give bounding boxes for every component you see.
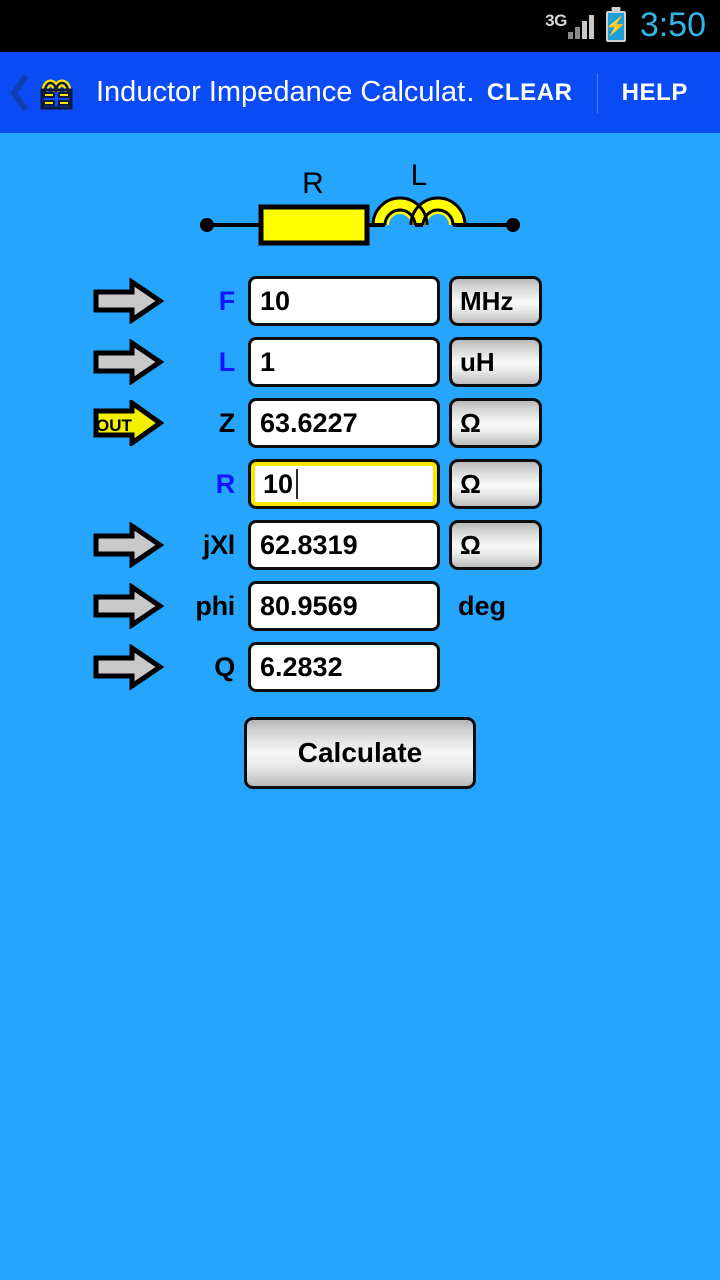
calculator-row-jxl: jXl 62.8319 Ω <box>92 515 720 575</box>
circuit-inductor-label: L <box>411 159 428 192</box>
unit-button-z[interactable]: Ω <box>449 398 542 448</box>
status-bar-clock: 3:50 <box>639 5 706 44</box>
field-l[interactable]: 1 <box>248 337 440 387</box>
unit-button-l[interactable]: uH <box>449 337 542 387</box>
circuit-diagram: R L <box>200 159 520 246</box>
field-value-z: 63.6227 <box>260 407 358 438</box>
circuit-resistor-label: R <box>302 167 324 200</box>
row-label-q: Q <box>214 651 235 682</box>
field-value-q: 6.2832 <box>260 651 343 682</box>
calculate-button-wrapper: Calculate <box>0 717 720 789</box>
help-button[interactable]: HELP <box>608 79 702 107</box>
out-arrow-icon: OUT <box>92 400 176 446</box>
field-r[interactable]: 10 <box>248 459 440 509</box>
field-value-l: 1 <box>260 346 276 377</box>
row-label-phi: phi <box>195 590 235 621</box>
calculator-row-l: L 1 uH <box>92 332 720 392</box>
calculator-row-r: R 10 Ω <box>92 454 720 514</box>
unit-label-phi: deg <box>458 590 507 621</box>
network-type-label: 3G <box>545 11 567 30</box>
row-label-z: Z <box>218 407 236 438</box>
calculator-row-phi: phi 80.9569 deg <box>92 576 720 636</box>
unit-button-jxl[interactable]: Ω <box>449 520 542 570</box>
circuit-resistor-body <box>258 204 370 246</box>
circuit-terminal-right <box>506 218 520 232</box>
inductor-app-icon[interactable] <box>34 70 80 116</box>
clear-button[interactable]: CLEAR <box>473 79 587 107</box>
in-arrow-icon <box>92 522 176 568</box>
circuit-terminal-left <box>200 218 214 232</box>
unit-button-r[interactable]: Ω <box>449 459 542 509</box>
unit-button-f[interactable]: MHz <box>449 276 542 326</box>
back-caret-icon[interactable] <box>8 73 32 113</box>
field-z[interactable]: 63.6227 <box>248 398 440 448</box>
calculator-row-f: F 10 MHz <box>92 271 720 331</box>
field-phi[interactable]: 80.9569 <box>248 581 440 631</box>
status-bar: 3G ⚡ 3:50 <box>0 0 720 52</box>
battery-charging-icon: ⚡ <box>605 10 627 42</box>
in-arrow-icon <box>92 583 176 629</box>
field-jxl[interactable]: 62.8319 <box>248 520 440 570</box>
row-label-f: F <box>218 285 236 316</box>
page-title: Inductor Impedance Calculat… <box>96 76 473 108</box>
field-value-phi: 80.9569 <box>260 590 358 621</box>
out-arrow-label: OUT <box>96 416 133 435</box>
calculate-button[interactable]: Calculate <box>244 717 476 789</box>
row-label-l: L <box>218 346 236 377</box>
calculator-row-z: OUT Z 63.6227 Ω <box>92 393 720 453</box>
field-f[interactable]: 10 <box>248 276 440 326</box>
action-bar: Inductor Impedance Calculat… CLEAR HELP <box>0 52 720 133</box>
field-value-f: 10 <box>260 285 291 316</box>
row-label-r: R <box>215 468 236 499</box>
text-cursor <box>296 469 299 499</box>
in-arrow-icon <box>92 644 176 690</box>
in-arrow-icon <box>92 278 176 324</box>
field-value-jxl: 62.8319 <box>260 529 358 560</box>
in-arrow-icon <box>92 339 176 385</box>
field-q[interactable]: 6.2832 <box>248 642 440 692</box>
calculator-row-q: Q 6.2832 <box>92 637 720 697</box>
row-label-jxl: jXl <box>202 529 235 560</box>
calculator-rows: F 10 MHz L 1 uH OUT Z 63.6227 Ω R 10 ΩjXl 62.8319 Ωphi… <box>0 271 720 697</box>
field-value-r: 10 <box>263 468 294 499</box>
signal-bars-icon <box>567 13 594 39</box>
action-bar-divider <box>596 72 598 113</box>
